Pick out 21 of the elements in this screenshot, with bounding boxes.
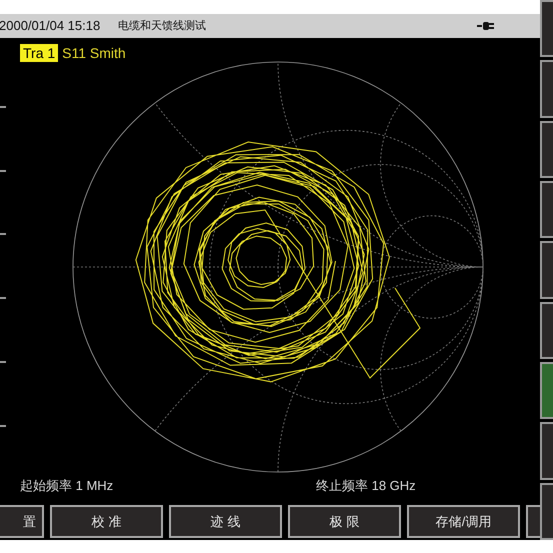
menu-button[interactable]: 校 准	[50, 505, 163, 538]
menu-button[interactable]: 置	[0, 505, 44, 538]
menu-button[interactable]: 极 限	[288, 505, 401, 538]
plug-icon	[477, 21, 495, 31]
softkey[interactable]	[540, 120, 553, 178]
trace-badge: Tra 1	[20, 44, 58, 62]
softkey[interactable]	[540, 180, 553, 238]
menu-button[interactable]: 存储/调用	[407, 505, 520, 538]
softkey[interactable]	[540, 482, 553, 540]
softkey[interactable]	[540, 0, 553, 58]
softkey[interactable]	[540, 422, 553, 480]
menu-button[interactable]: 迹 线	[169, 505, 282, 538]
softkey[interactable]	[540, 302, 553, 359]
start-frequency: 起始频率 1 MHz	[20, 477, 114, 495]
trace-label: S11 Smith	[62, 44, 126, 62]
stop-frequency: 终止频率 18 GHz	[316, 477, 416, 495]
window-title: 电缆和天馈线测试	[118, 18, 206, 34]
menu-button[interactable]	[526, 505, 540, 538]
softkey[interactable]	[540, 241, 553, 299]
date-time: 2000/01/04 15:18	[0, 17, 100, 36]
softkey[interactable]	[540, 60, 553, 118]
